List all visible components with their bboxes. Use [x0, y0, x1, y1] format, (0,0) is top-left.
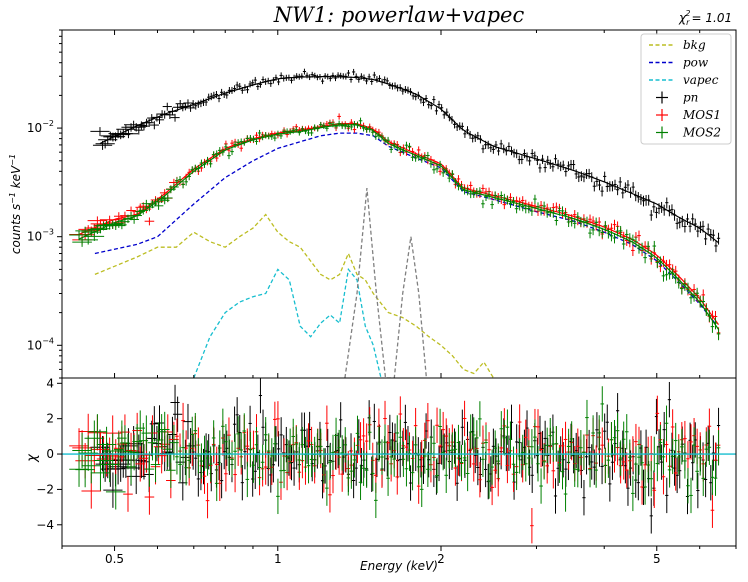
model-curve-gaussian-line — [344, 188, 428, 378]
top-data-layer — [69, 68, 721, 378]
legend-label-mos2: MOS2 — [682, 126, 721, 140]
legend-label-bkg: bkg — [683, 38, 706, 52]
residual-y-tick-label: 0 — [46, 447, 54, 461]
series-MOS1 — [69, 113, 721, 340]
bottom-data-layer — [69, 378, 721, 544]
y-tick-label: 10−2 — [27, 119, 54, 135]
legend-label-pow: pow — [683, 56, 709, 70]
series-model-MOS1 — [78, 123, 719, 325]
residual-y-tick-label: −4 — [36, 518, 54, 532]
y-axis-label-bottom: χ — [25, 453, 40, 463]
chart-root: 10−2 10−3 10−4 0.5 1 2 5 4 2 0 −2 −4 NW1: powerlaw… — [0, 0, 748, 582]
x-tick-label: 2 — [437, 552, 445, 566]
series-MOS2 — [69, 117, 721, 341]
residual-y-tick-label: −2 — [36, 482, 54, 496]
residual-y-tick-label: 2 — [46, 412, 54, 426]
x-tick-label: 5 — [653, 552, 661, 566]
series-pn — [90, 68, 721, 253]
x-axis-label: Energy (keV) — [360, 559, 438, 573]
y-tick-label: 10−4 — [27, 336, 54, 352]
x-tick-label: 0.5 — [105, 552, 124, 566]
residuals-pn — [90, 378, 721, 534]
bottom-panel-frame — [61, 377, 737, 547]
series-model-MOS2 — [78, 124, 719, 330]
legend-label-vapec: vapec — [683, 73, 719, 87]
legend: bkg pow vapec pn MOS1 MOS2 — [640, 33, 732, 145]
model-curve-bkg — [94, 213, 495, 378]
y-tick-label: 10−3 — [27, 228, 54, 244]
fit-statistic: χr2= 1.01 — [678, 9, 732, 27]
legend-label-mos1: MOS1 — [682, 108, 721, 122]
chart-svg: 10−2 10−3 10−4 0.5 1 2 5 4 2 0 −2 −4 NW1: powerlaw… — [8, 3, 737, 573]
residual-y-tick-label: 4 — [46, 376, 54, 390]
top-panel: 10−2 10−3 10−4 — [27, 29, 737, 379]
chart-title: NW1: powerlaw+vapec — [273, 3, 525, 27]
legend-label-pn: pn — [683, 91, 698, 105]
y-axis-label-top: counts s−1 keV−1 — [8, 154, 23, 254]
x-tick-label: 1 — [274, 552, 282, 566]
bottom-panel: 0.5 1 2 5 4 2 0 −2 −4 — [36, 376, 737, 566]
model-curve-pow — [94, 132, 716, 324]
